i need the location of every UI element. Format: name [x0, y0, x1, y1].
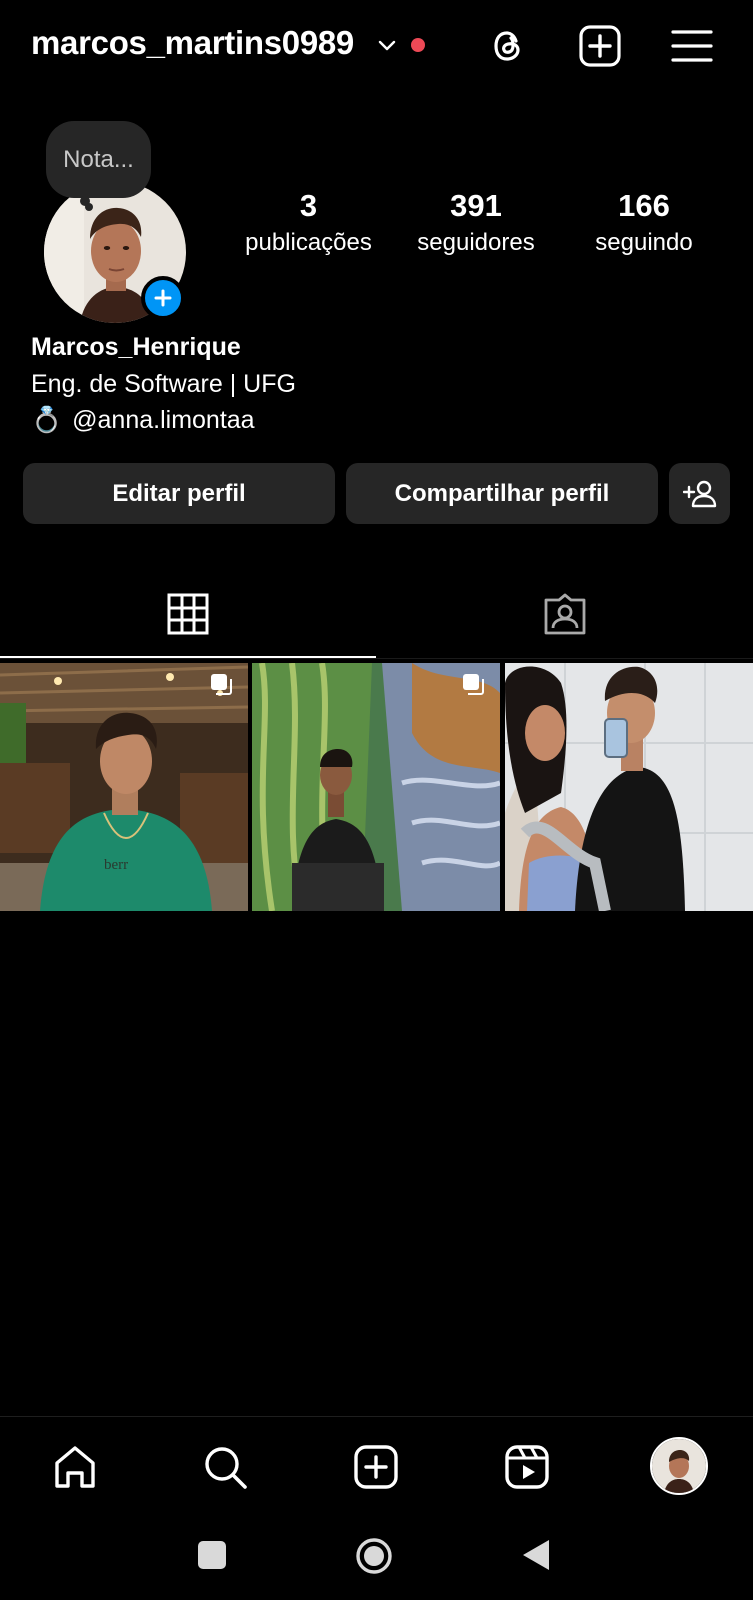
- post-photo: berr: [0, 663, 248, 911]
- stat-followers[interactable]: 391 seguidores: [405, 186, 547, 260]
- stat-value: 3: [299, 188, 318, 223]
- stat-label: seguidores: [417, 229, 535, 256]
- post-photo: [252, 663, 500, 911]
- ring-emoji-icon: 💍: [31, 406, 63, 434]
- menu-icon[interactable]: [670, 24, 714, 68]
- home-icon[interactable]: [51, 1443, 99, 1491]
- notification-dot: [411, 38, 425, 52]
- add-person-icon: [682, 480, 716, 507]
- system-navigation-bar: [0, 1516, 753, 1600]
- multiple-posts-icon: [211, 674, 232, 695]
- note-bubble[interactable]: Nota...: [46, 121, 151, 198]
- post-thumbnail[interactable]: berr: [0, 663, 248, 911]
- stat-value: 391: [450, 188, 502, 223]
- recents-icon[interactable]: [197, 1540, 227, 1570]
- plus-icon: [154, 289, 172, 307]
- top-bar: marcos_martins0989: [0, 0, 753, 90]
- stat-label: seguindo: [595, 229, 693, 256]
- tab-tagged[interactable]: [376, 580, 753, 660]
- stat-label: publicações: [245, 229, 372, 256]
- profile-avatar[interactable]: [650, 1437, 708, 1495]
- post-photo: [505, 663, 753, 911]
- stat-value: 166: [618, 188, 670, 223]
- tab-divider: [0, 658, 753, 659]
- create-icon[interactable]: [352, 1443, 400, 1491]
- discover-people-button[interactable]: [669, 463, 730, 524]
- add-story-button[interactable]: [141, 276, 185, 320]
- threads-icon[interactable]: [486, 24, 530, 68]
- post-thumbnail[interactable]: [505, 663, 753, 911]
- profile-mention-link[interactable]: 💍 @anna.limontaa: [31, 406, 255, 435]
- grid-icon: [167, 593, 209, 635]
- edit-profile-button[interactable]: Editar perfil: [23, 463, 335, 524]
- tab-posts-grid[interactable]: [0, 580, 376, 660]
- profile-name: Marcos_Henrique: [31, 333, 241, 361]
- svg-text:berr: berr: [104, 857, 128, 873]
- note-tail-small: [85, 203, 93, 211]
- multiple-posts-icon: [463, 674, 484, 695]
- share-profile-button[interactable]: Compartilhar perfil: [346, 463, 658, 524]
- tagged-icon: [544, 593, 585, 635]
- search-icon[interactable]: [201, 1443, 249, 1491]
- home-circle-icon[interactable]: [355, 1537, 393, 1575]
- post-thumbnail[interactable]: [252, 663, 500, 911]
- stat-following[interactable]: 166 seguindo: [580, 186, 708, 260]
- bottom-navigation: [0, 1416, 753, 1516]
- chevron-down-icon[interactable]: [376, 34, 398, 56]
- stat-posts[interactable]: 3 publicações: [236, 186, 381, 260]
- profile-bio: Eng. de Software | UFG: [31, 370, 296, 398]
- reels-icon[interactable]: [503, 1443, 551, 1491]
- active-tab-indicator: [0, 656, 376, 658]
- create-post-icon[interactable]: [578, 24, 622, 68]
- mention-text: @anna.limontaa: [72, 406, 255, 434]
- avatar-photo: [652, 1439, 706, 1493]
- back-icon[interactable]: [521, 1538, 551, 1572]
- account-switcher[interactable]: marcos_martins0989: [31, 24, 354, 62]
